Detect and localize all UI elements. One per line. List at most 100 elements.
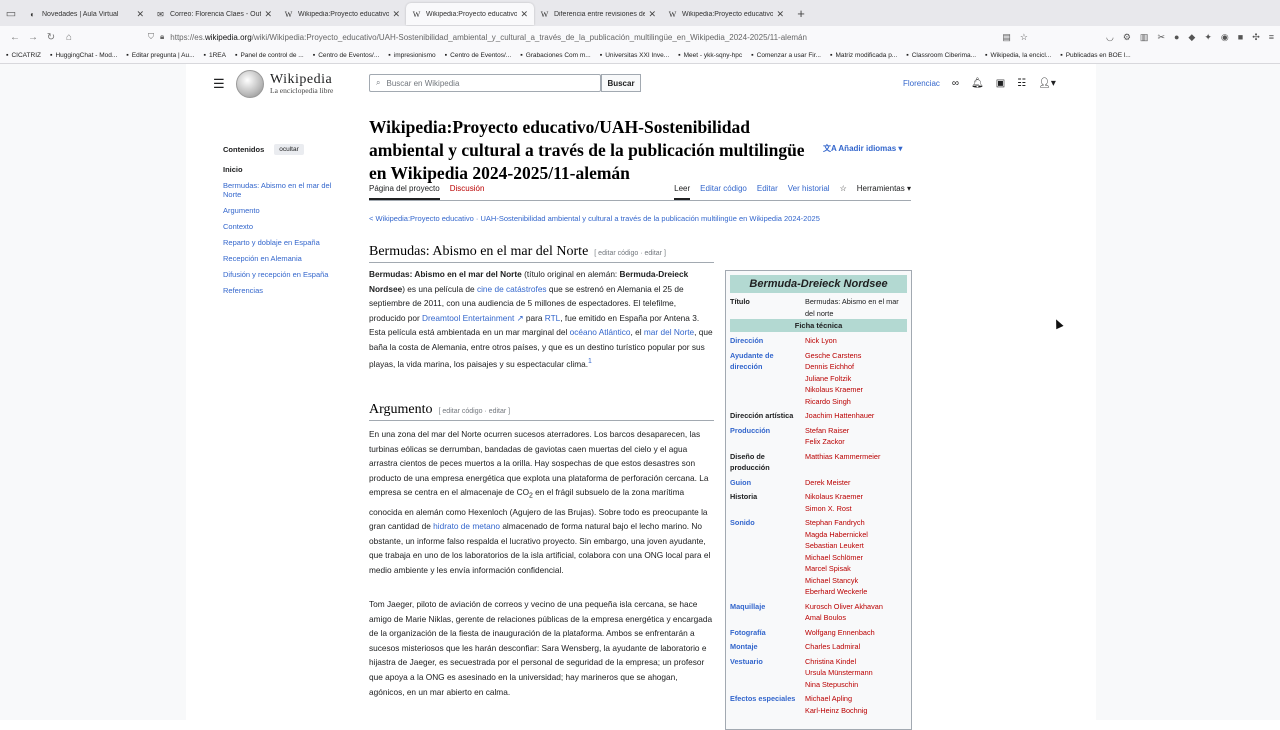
infobox-key[interactable]: Efectos especiales <box>730 693 805 716</box>
infobox-key[interactable]: Sonido <box>730 517 805 598</box>
bookmark-item[interactable]: ▪ Publicadas en BOE l... <box>1060 52 1131 59</box>
bookmark-star-icon[interactable]: ☆ <box>1020 32 1028 43</box>
username-link[interactable]: Florenciac <box>903 79 940 88</box>
tools-menu[interactable]: Herramientas ▾ <box>857 184 911 200</box>
close-tab-icon[interactable]: ✕ <box>776 9 784 20</box>
add-languages-button[interactable]: 文A Añadir idiomas ▾ <box>823 143 902 154</box>
extension-icon[interactable]: ◉ <box>1221 32 1229 43</box>
infobox-key[interactable]: Fotografía <box>730 627 805 639</box>
bookmark-item[interactable]: ▪ Comenzar a usar Fir... <box>751 52 821 59</box>
bookmark-item[interactable]: ▪ Centro de Eventos/... <box>445 52 512 59</box>
tab-edit-code[interactable]: Editar código <box>700 184 747 200</box>
reload-icon[interactable]: ↻ <box>42 32 60 43</box>
new-tab-button[interactable]: + <box>790 6 812 21</box>
section-edit-links[interactable]: [ editar código · editar ] <box>439 408 511 415</box>
extension-icon[interactable]: ⚙ <box>1123 32 1131 43</box>
bookmark-item[interactable]: ▪ Centro de Eventos/... <box>313 52 380 59</box>
close-tab-icon[interactable]: ✕ <box>264 9 272 20</box>
link-rtl[interactable]: RTL <box>545 313 561 323</box>
infobox-value[interactable]: Nikolaus Kraemer Simon X. Rost <box>805 491 907 514</box>
toc-item[interactable]: Inicio <box>223 165 343 174</box>
bookmark-item[interactable]: ▪ Panel de control de ... <box>235 52 304 59</box>
sidebar-icon[interactable]: ▥ <box>1140 32 1149 43</box>
breadcrumb[interactable]: < Wikipedia:Proyecto educativo · UAH-Sos… <box>369 214 820 223</box>
back-icon[interactable]: ← <box>6 32 24 43</box>
link-cine-catastrofes[interactable]: cine de catástrofes <box>477 284 547 294</box>
reader-view-icon[interactable]: ▤ <box>1002 32 1011 43</box>
browser-tab[interactable]: ◐ Novedades | Aula Virtual ✕ <box>22 3 150 25</box>
tab-edit[interactable]: Editar <box>757 184 778 200</box>
close-tab-icon[interactable]: ✕ <box>648 9 656 20</box>
toc-item[interactable]: Contexto <box>223 222 343 231</box>
search-input[interactable]: ⌕ Buscar en Wikipedia <box>369 74 601 92</box>
infobox-key[interactable]: Dirección <box>730 335 805 347</box>
tab-overview-icon[interactable]: ▭ <box>0 0 22 26</box>
infobox-key[interactable]: Vestuario <box>730 656 805 691</box>
browser-tab[interactable]: WWikipedia:Proyecto educativo/UAH✕ <box>662 3 790 25</box>
infobox-value[interactable]: Derek Meister <box>805 477 907 489</box>
link-dreamtool[interactable]: Dreamtool Entertainment <box>422 313 514 323</box>
infobox-value[interactable]: Michael Apling Karl-Heinz Bochnig <box>805 693 907 716</box>
browser-tab[interactable]: WWikipedia:Proyecto educativo/UAH✕ <box>278 3 406 25</box>
infobox-value[interactable]: Joachim Hattenhauer <box>805 410 907 422</box>
toc-item[interactable]: Difusión y recepción en España <box>223 270 343 279</box>
home-icon[interactable]: ⌂ <box>60 32 78 43</box>
infobox-key[interactable]: Montaje <box>730 641 805 653</box>
infobox-key[interactable]: Producción <box>730 425 805 448</box>
browser-tab[interactable]: WDiferencia entre revisiones de «Wikiped… <box>534 3 662 25</box>
infobox-key[interactable]: Guion <box>730 477 805 489</box>
bookmark-item[interactable]: ▪ Matriz modificada p... <box>830 52 897 59</box>
bookmark-item[interactable]: ▪ Meet - ykk-sqny-hpc <box>678 52 742 59</box>
toc-item[interactable]: Reparto y doblaje en España <box>223 238 343 247</box>
bookmark-item[interactable]: ▪ Grabaciones Com m... <box>520 52 591 59</box>
profile-icon[interactable]: ● <box>1174 32 1179 43</box>
browser-tab[interactable]: WWikipedia:Proyecto educativo/UAH✕ <box>406 3 534 25</box>
search-button[interactable]: Buscar <box>601 74 641 92</box>
extensions-puzzle-icon[interactable]: ✣ <box>1252 32 1260 43</box>
infobox-value[interactable]: Matthias Kammermeier <box>805 451 907 474</box>
close-tab-icon[interactable]: ✕ <box>392 9 400 20</box>
watch-star-icon[interactable]: ☆ <box>840 184 847 200</box>
bookmark-item[interactable]: ▪ Editar pregunta | Au... <box>126 52 194 59</box>
close-tab-icon[interactable]: ✕ <box>136 9 144 20</box>
bookmark-item[interactable]: ▪ impresionismo <box>388 52 435 59</box>
extension-icon[interactable]: ◆ <box>1188 32 1195 43</box>
lock-icon[interactable]: 🔒︎ <box>160 32 164 42</box>
bookmark-item[interactable]: ▪ Wikipedia, la encicl... <box>985 52 1051 59</box>
infobox-value[interactable]: Charles Ladmiral <box>805 641 907 653</box>
notices-icon[interactable]: ▣ <box>996 78 1005 89</box>
menu-icon[interactable]: ≡ <box>1269 32 1274 43</box>
user-menu-icon[interactable]: 👤︎▾ <box>1038 78 1056 89</box>
bookmark-item[interactable]: ▪ CICATRIZ <box>6 52 41 59</box>
url-field[interactable]: ⛉ 🔒︎ https://es.wikipedia.org/wiki/Wikip… <box>148 28 988 46</box>
infobox-value[interactable]: Kurosch Oliver Akhavan Amal Boulos <box>805 601 907 624</box>
toc-hide-button[interactable]: ocultar <box>274 144 304 155</box>
infobox-value[interactable]: Christina Kindel Ursula Münstermann Nina… <box>805 656 907 691</box>
screenshot-icon[interactable]: ✂ <box>1157 32 1165 43</box>
watchlist-list-icon[interactable]: ☷ <box>1017 78 1026 89</box>
watchlist-icon[interactable]: ∞ <box>952 78 959 89</box>
pocket-icon[interactable]: ◡ <box>1106 32 1114 43</box>
link-hidrato-metano[interactable]: hidrato de metano <box>433 521 500 531</box>
extension-icon[interactable]: ■ <box>1238 32 1243 43</box>
browser-tab[interactable]: ✉Correo: Florencia Claes - Outlook✕ <box>150 3 278 25</box>
bookmark-item[interactable]: ▪ HuggingChat - Mod... <box>50 52 117 59</box>
link-mar-del-norte[interactable]: mar del Norte <box>644 327 694 337</box>
infobox-value[interactable]: Gesche Carstens Dennis Eichhof Juliane F… <box>805 350 907 408</box>
infobox-value[interactable]: Nick Lyon <box>805 335 907 347</box>
tab-discussion[interactable]: Discusión <box>450 184 485 200</box>
tab-read[interactable]: Leer <box>674 184 691 200</box>
infobox-value[interactable]: Stephan Fandrych Magda Habernickel Sebas… <box>805 517 907 598</box>
forward-icon[interactable]: → <box>24 32 42 43</box>
close-tab-icon[interactable]: ✕ <box>520 9 528 20</box>
toc-item[interactable]: Argumento <box>223 206 343 215</box>
infobox-key[interactable]: Maquillaje <box>730 601 805 624</box>
tab-project-page[interactable]: Página del proyecto <box>369 184 440 200</box>
shield-icon[interactable]: ⛉ <box>148 32 154 42</box>
infobox-key[interactable]: Ayudante de dirección <box>730 350 805 408</box>
extension-icon[interactable]: ✦ <box>1204 32 1212 43</box>
reference-link[interactable]: 1 <box>588 358 592 365</box>
section-edit-links[interactable]: [ editar código · editar ] <box>594 250 666 257</box>
notifications-icon[interactable]: 🔔︎ <box>971 78 984 89</box>
toc-item[interactable]: Recepción en Alemania <box>223 254 343 263</box>
